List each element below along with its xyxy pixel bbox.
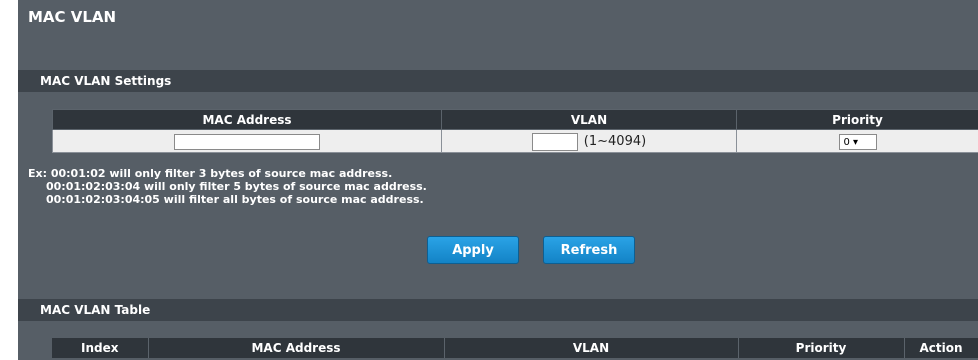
vlan-cell: (1~4094): [441, 129, 737, 153]
refresh-button[interactable]: Refresh: [543, 236, 635, 264]
vlan-range-label: (1~4094): [583, 134, 647, 150]
example-note: Ex: 00:01:02 will only filter 3 bytes of…: [28, 167, 427, 206]
mac-address-cell: [52, 129, 442, 153]
table-column-action: Action: [904, 338, 978, 358]
column-header-priority: Priority: [736, 109, 978, 130]
example-line-1: Ex: 00:01:02 will only filter 3 bytes of…: [28, 167, 393, 180]
table-column-priority: Priority: [738, 338, 905, 358]
page-title: MAC VLAN: [28, 8, 117, 26]
mac-address-input[interactable]: [174, 134, 320, 150]
vlan-input[interactable]: [531, 132, 578, 151]
priority-select[interactable]: 0 ▾: [838, 134, 877, 150]
settings-section-header: MAC VLAN Settings: [18, 70, 978, 92]
example-line-3: 00:01:02:03:04:05 will filter all bytes …: [46, 193, 424, 206]
column-header-vlan: VLAN: [441, 109, 737, 130]
example-line-2: 00:01:02:03:04 will only filter 5 bytes …: [46, 180, 427, 193]
apply-button[interactable]: Apply: [427, 236, 519, 264]
column-header-mac-address: MAC Address: [52, 109, 442, 130]
table-column-vlan: VLAN: [444, 338, 739, 358]
mac-vlan-settings-table: MAC Address VLAN Priority (1~4094) 0 ▾: [52, 109, 978, 153]
priority-cell: 0 ▾: [736, 129, 978, 153]
table-column-index: Index: [52, 338, 149, 358]
mac-vlan-table: Index MAC Address VLAN Priority Action: [52, 338, 978, 358]
table-section-header: MAC VLAN Table: [18, 299, 978, 321]
table-column-mac-address: MAC Address: [148, 338, 445, 358]
